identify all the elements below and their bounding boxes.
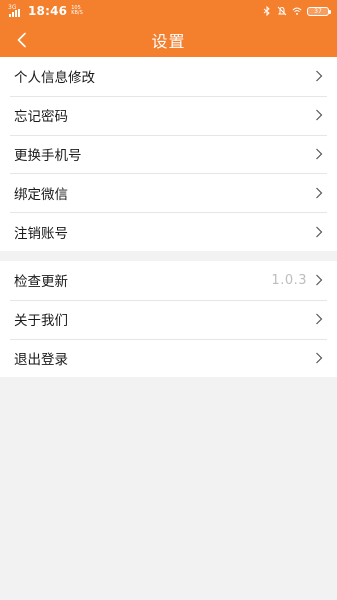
- mute-icon: [277, 6, 287, 16]
- settings-item-label: 关于我们: [14, 313, 68, 330]
- battery-icon: 37: [307, 6, 331, 16]
- chevron-right-icon: [315, 274, 323, 286]
- settings-item-edit-profile[interactable]: 个人信息修改: [0, 57, 337, 96]
- settings-item-check-update[interactable]: 检查更新 1.0.3: [0, 261, 337, 300]
- settings-item-forgot-password[interactable]: 忘记密码: [0, 95, 337, 135]
- page-title: 设置: [151, 31, 186, 51]
- battery-level: 37: [314, 7, 322, 15]
- settings-item-label: 个人信息修改: [14, 70, 95, 87]
- settings-item-label: 检查更新: [14, 274, 68, 291]
- bluetooth-icon: [262, 6, 272, 16]
- chevron-right-icon: [315, 313, 323, 325]
- speed-unit: KB/S: [71, 10, 83, 16]
- title-bar: 设置: [0, 22, 337, 57]
- chevron-right-icon: [315, 109, 323, 121]
- status-bar: 3G 18:46 105 KB/S 37: [0, 0, 337, 22]
- settings-item-delete-account[interactable]: 注销账号: [0, 212, 337, 251]
- settings-item-logout[interactable]: 退出登录: [0, 338, 337, 378]
- settings-item-label: 绑定微信: [14, 186, 68, 203]
- status-left: 3G 18:46 105 KB/S: [8, 4, 83, 18]
- signal-icon: 3G: [8, 5, 24, 17]
- back-button[interactable]: [8, 22, 36, 57]
- chevron-left-icon: [17, 32, 26, 47]
- settings-item-change-phone[interactable]: 更换手机号: [0, 134, 337, 174]
- settings-item-about-us[interactable]: 关于我们: [0, 299, 337, 339]
- chevron-right-icon: [315, 352, 323, 364]
- settings-group-account: 个人信息修改 忘记密码 更换手机号 绑定微信 注销账号: [0, 57, 337, 251]
- chevron-right-icon: [315, 70, 323, 82]
- settings-group-app: 检查更新 1.0.3 关于我们 退出登录: [0, 261, 337, 378]
- wifi-icon: [292, 6, 302, 16]
- status-right: 37: [262, 6, 331, 16]
- settings-item-label: 忘记密码: [14, 109, 68, 126]
- chevron-right-icon: [315, 148, 323, 160]
- app-version: 1.0.3: [271, 272, 307, 288]
- settings-item-label: 注销账号: [14, 225, 68, 242]
- network-speed: 105 KB/S: [71, 5, 83, 17]
- clock: 18:46: [28, 4, 68, 18]
- settings-item-label: 更换手机号: [14, 147, 82, 164]
- chevron-right-icon: [315, 187, 323, 199]
- settings-item-bind-wechat[interactable]: 绑定微信: [0, 173, 337, 212]
- chevron-right-icon: [315, 226, 323, 238]
- settings-item-label: 退出登录: [14, 351, 68, 368]
